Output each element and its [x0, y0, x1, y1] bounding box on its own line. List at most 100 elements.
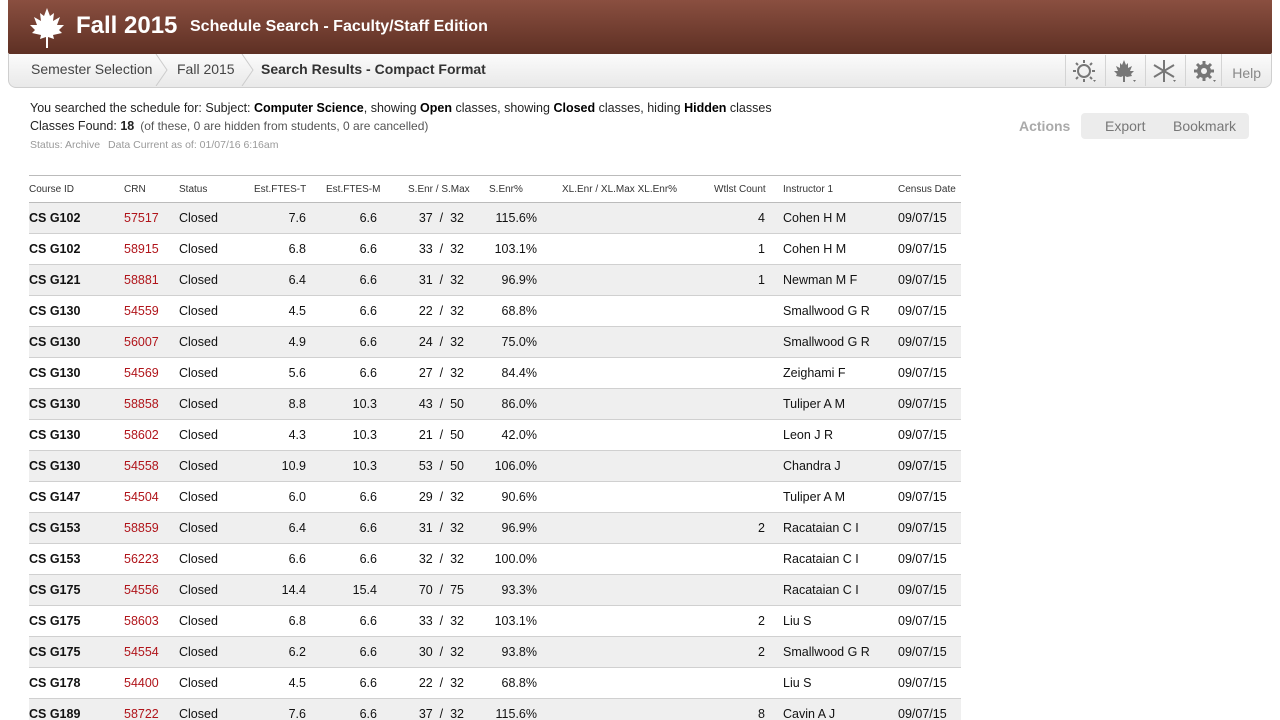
crn-link[interactable]: 54554 [124, 645, 159, 659]
senr-smax-cell: 37 / 32 [418, 707, 464, 720]
maple-menu-button[interactable] [1105, 55, 1143, 86]
crn-link[interactable]: 54556 [124, 583, 159, 597]
ftes-t-cell: 6.6 [288, 552, 306, 566]
col-census-date[interactable]: Census Date [898, 184, 956, 195]
table-row: CS G175 54554 Closed 6.2 6.6 30 / 32 93.8% 2 Sma… [29, 637, 961, 668]
course-id-cell: CS G175 [29, 614, 81, 628]
crn-link[interactable]: 58603 [124, 614, 159, 628]
col-xl[interactable]: XL.Enr / XL.Max XL.Enr% [562, 184, 677, 195]
maple-leaf-icon[interactable] [26, 6, 68, 50]
crn-link[interactable]: 54558 [124, 459, 159, 473]
instructor-cell: Zeighami F [783, 366, 846, 380]
col-wtlst-count[interactable]: Wtlst Count [714, 184, 766, 195]
status-cell: Closed [179, 645, 218, 659]
senr-smax-cell: 24 / 32 [418, 335, 464, 349]
crn-link[interactable]: 56007 [124, 335, 159, 349]
ftes-t-cell: 6.8 [288, 242, 306, 256]
senr-pct-cell: 75.0% [501, 335, 537, 349]
wtlst-count-cell: 1 [758, 242, 765, 256]
actions-group: Export Bookmark [1081, 113, 1249, 139]
ftes-t-cell: 10.9 [281, 459, 306, 473]
ftes-t-cell: 4.9 [288, 335, 306, 349]
crn-link[interactable]: 54504 [124, 490, 159, 504]
senr-pct-cell: 96.9% [501, 273, 537, 287]
col-status[interactable]: Status [179, 184, 207, 195]
instructor-cell: Smallwood G R [783, 335, 870, 349]
ftes-t-cell: 6.8 [288, 614, 306, 628]
status-cell: Closed [179, 304, 218, 318]
ftes-m-cell: 10.3 [352, 428, 377, 442]
crn-link[interactable]: 58858 [124, 397, 159, 411]
summary-closed: Closed [553, 101, 596, 115]
breadcrumb-current: Search Results - Compact Format [261, 61, 486, 77]
ftes-m-cell: 10.3 [352, 459, 377, 473]
course-id-cell: CS G175 [29, 583, 81, 597]
crn-link[interactable]: 58881 [124, 273, 159, 287]
table-row: CS G175 58603 Closed 6.8 6.6 33 / 32 103.1% 2 Li… [29, 606, 961, 637]
crn-link[interactable]: 58602 [124, 428, 159, 442]
crn-link[interactable]: 58915 [124, 242, 159, 256]
crn-link[interactable]: 54569 [124, 366, 159, 380]
ftes-m-cell: 6.6 [359, 490, 377, 504]
census-date-cell: 09/07/15 [898, 428, 947, 442]
crn-link[interactable]: 57517 [124, 211, 159, 225]
senr-smax-cell: 22 / 32 [418, 304, 464, 318]
crn-link[interactable]: 58722 [124, 707, 159, 720]
census-date-cell: 09/07/15 [898, 521, 947, 535]
crn-link[interactable]: 58859 [124, 521, 159, 535]
bookmark-button[interactable]: Bookmark [1173, 118, 1236, 134]
table-row: CS G130 56007 Closed 4.9 6.6 24 / 32 75.0% Smal… [29, 327, 961, 358]
ftes-t-cell: 6.4 [288, 521, 306, 535]
col-senr-pct[interactable]: S.Enr% [489, 184, 523, 195]
wtlst-count-cell: 8 [758, 707, 765, 720]
course-id-cell: CS G153 [29, 521, 81, 535]
summary-text: , showing [363, 101, 421, 115]
export-button[interactable]: Export [1105, 118, 1145, 134]
crn-link[interactable]: 54559 [124, 304, 159, 318]
data-status: Status: Archive Data Current as of: 01/07… [30, 139, 286, 151]
status-cell: Closed [179, 397, 218, 411]
status-cell: Closed [179, 614, 218, 628]
gear-menu-button[interactable] [1185, 55, 1223, 86]
breadcrumb-separator [241, 54, 254, 86]
senr-smax-cell: 27 / 32 [418, 366, 464, 380]
census-date-cell: 09/07/15 [898, 676, 947, 690]
summary-subject: Computer Science [254, 101, 364, 115]
crn-link[interactable]: 56223 [124, 552, 159, 566]
table-row: CS G153 58859 Closed 6.4 6.6 31 / 32 96.9% 2 Rac… [29, 513, 961, 544]
ftes-m-cell: 6.6 [359, 273, 377, 287]
ftes-t-cell: 4.5 [288, 304, 306, 318]
instructor-cell: Tuliper A M [783, 490, 846, 504]
course-id-cell: CS G130 [29, 366, 81, 380]
status-cell: Closed [179, 552, 218, 566]
table-row: CS G102 58915 Closed 6.8 6.6 33 / 32 103.1% 1 Co… [29, 234, 961, 265]
col-ftes-t[interactable]: Est.FTES-T [254, 184, 306, 195]
senr-pct-cell: 103.1% [494, 614, 537, 628]
col-ftes-m[interactable]: Est.FTES-M [326, 184, 380, 195]
asterisk-menu-button[interactable] [1145, 55, 1183, 86]
breadcrumb: Semester Selection Fall 2015 Search Resu… [8, 54, 1272, 88]
col-senr-smax[interactable]: S.Enr / S.Max [408, 184, 470, 195]
census-date-cell: 09/07/15 [898, 242, 947, 256]
col-crn[interactable]: CRN [124, 184, 146, 195]
senr-smax-cell: 37 / 32 [418, 211, 464, 225]
col-course-id[interactable]: Course ID [29, 184, 74, 195]
senr-smax-cell: 30 / 32 [418, 645, 464, 659]
sun-menu-button[interactable] [1065, 55, 1103, 86]
senr-pct-cell: 68.8% [501, 676, 537, 690]
ftes-m-cell: 15.4 [352, 583, 377, 597]
instructor-cell: Liu S [783, 676, 812, 690]
col-instructor[interactable]: Instructor 1 [783, 184, 833, 195]
senr-pct-cell: 115.6% [495, 707, 537, 720]
census-date-cell: 09/07/15 [898, 335, 947, 349]
table-body: CS G102 57517 Closed 7.6 6.6 37 / 32 115.6% 4 Co… [29, 203, 961, 720]
breadcrumb-semester-selection[interactable]: Semester Selection [31, 54, 152, 86]
breadcrumb-term[interactable]: Fall 2015 [177, 54, 235, 86]
status-cell: Closed [179, 676, 218, 690]
senr-smax-cell: 21 / 50 [418, 428, 464, 442]
ftes-m-cell: 6.6 [359, 366, 377, 380]
status-cell: Closed [179, 490, 218, 504]
crn-link[interactable]: 54400 [124, 676, 159, 690]
senr-smax-cell: 31 / 32 [418, 521, 464, 535]
help-link[interactable]: Help [1221, 54, 1261, 86]
